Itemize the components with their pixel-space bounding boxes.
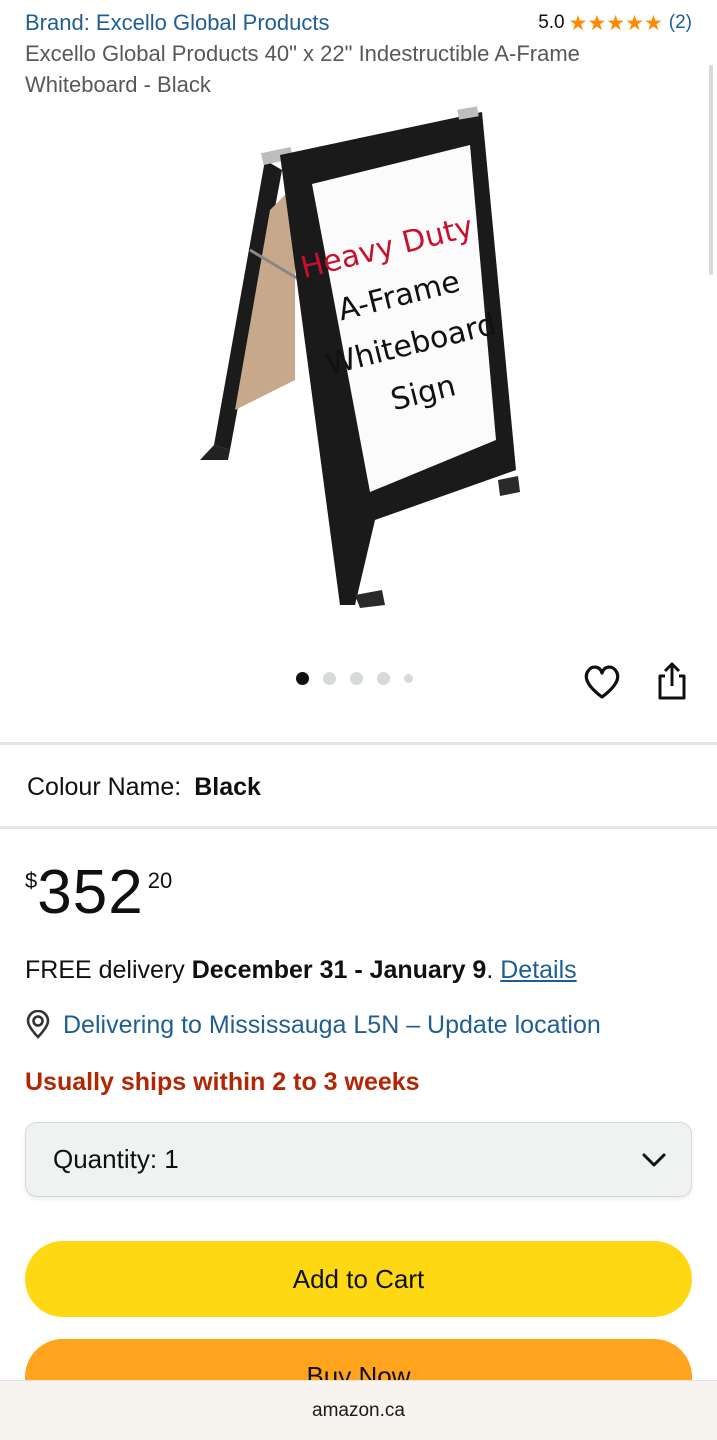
star-icon: ★ bbox=[625, 11, 644, 35]
colour-label: Colour Name: bbox=[27, 773, 182, 801]
carousel-dot[interactable] bbox=[377, 672, 390, 685]
carousel-dots[interactable] bbox=[296, 672, 413, 685]
carousel-dot[interactable] bbox=[404, 674, 413, 683]
quantity-value: 1 bbox=[164, 1144, 179, 1174]
rating-value: 5.0 bbox=[538, 12, 565, 33]
star-icon: ★ bbox=[643, 11, 663, 35]
price: $ 352 20 bbox=[25, 860, 172, 926]
divider bbox=[0, 742, 717, 745]
product-image[interactable]: Heavy Duty A-Frame Whiteboard Sign bbox=[170, 100, 550, 620]
delivery-prefix: FREE delivery bbox=[25, 956, 185, 984]
star-icon: ★ bbox=[587, 11, 607, 35]
location-link[interactable]: Delivering to Mississauga L5N – Update l… bbox=[25, 1010, 601, 1040]
quantity-display: Quantity: 1 bbox=[53, 1144, 179, 1175]
quantity-label: Quantity: bbox=[53, 1144, 158, 1174]
price-fraction: 20 bbox=[147, 868, 173, 893]
site-domain: amazon.ca bbox=[312, 1399, 405, 1421]
quantity-dropdown[interactable]: Quantity: 1 bbox=[25, 1122, 692, 1197]
delivery-dates: December 31 - January 9 bbox=[191, 956, 487, 984]
brand-link[interactable]: Brand: Excello Global Products bbox=[25, 10, 330, 36]
scrollbar bbox=[709, 65, 713, 275]
star-icon: ★ bbox=[568, 11, 588, 35]
price-currency: $ bbox=[25, 868, 38, 893]
location-text: Delivering to Mississauga L5N – Update l… bbox=[63, 1010, 601, 1039]
carousel-dot-active[interactable] bbox=[296, 672, 309, 685]
carousel-dot[interactable] bbox=[350, 672, 363, 685]
delivery-info: FREE delivery December 31 - January 9. D… bbox=[25, 956, 577, 985]
browser-address-bar[interactable]: amazon.ca bbox=[0, 1380, 717, 1440]
divider bbox=[0, 826, 717, 829]
header-row: Brand: Excello Global Products 5.0 ★ ★ ★… bbox=[25, 8, 692, 38]
star-rating: ★ ★ ★ ★ ★ bbox=[569, 13, 663, 34]
heart-icon[interactable] bbox=[582, 662, 622, 702]
carousel-dot[interactable] bbox=[323, 672, 336, 685]
star-icon: ★ bbox=[606, 11, 626, 35]
chevron-down-icon bbox=[642, 1153, 666, 1166]
price-whole: 352 bbox=[37, 858, 144, 927]
product-title: Excello Global Products 40" x 22" Indest… bbox=[25, 41, 580, 97]
colour-value: Black bbox=[194, 773, 261, 801]
delivery-details-link[interactable]: Details bbox=[500, 956, 576, 984]
availability-text: Usually ships within 2 to 3 weeks bbox=[25, 1068, 420, 1096]
rating-summary[interactable]: 5.0 ★ ★ ★ ★ ★ (2) bbox=[538, 12, 692, 34]
delivery-suffix: . bbox=[486, 956, 494, 984]
review-count-link[interactable]: (2) bbox=[669, 12, 692, 34]
share-icon[interactable] bbox=[652, 660, 692, 702]
colour-selection: Colour Name: Black bbox=[27, 773, 261, 802]
add-to-cart-button[interactable]: Add to Cart bbox=[25, 1241, 692, 1317]
location-pin-icon bbox=[26, 1010, 50, 1039]
